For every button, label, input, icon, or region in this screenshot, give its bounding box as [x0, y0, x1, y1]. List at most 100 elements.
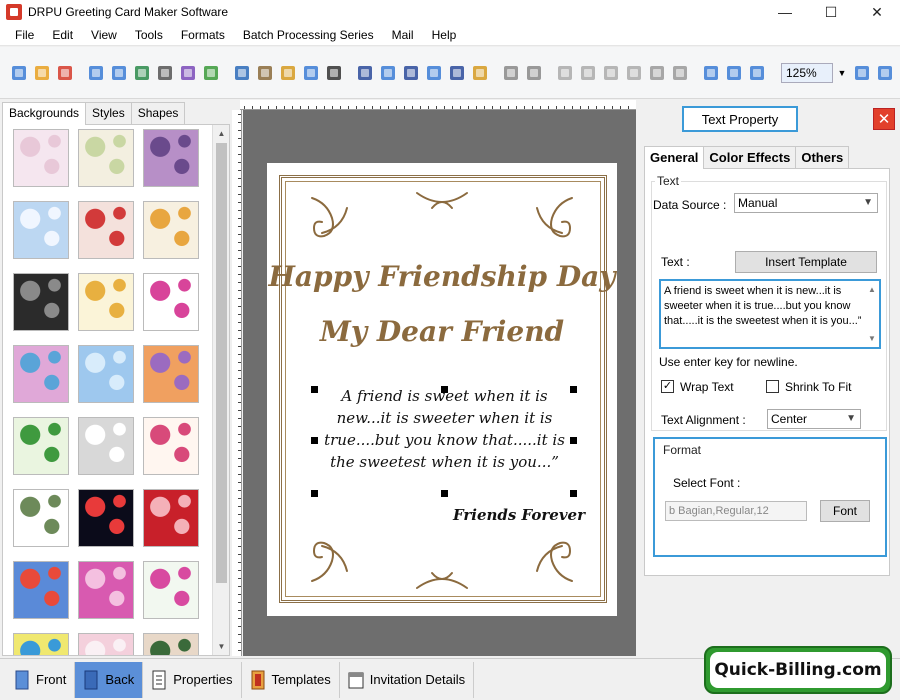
gallery-scrollbar[interactable]: ▲ ▼: [212, 125, 229, 655]
tab-others[interactable]: Others: [795, 146, 850, 168]
scroll-thumb[interactable]: [216, 143, 227, 583]
menu-tools[interactable]: Tools: [126, 24, 172, 46]
new-icon[interactable]: [8, 62, 29, 84]
background-thumbnail[interactable]: [78, 273, 134, 331]
selection-handle[interactable]: [311, 490, 318, 497]
background-thumbnail[interactable]: [13, 201, 69, 259]
actual-size-icon[interactable]: [723, 62, 744, 84]
menu-mail[interactable]: Mail: [383, 24, 423, 46]
background-thumbnail[interactable]: [143, 489, 199, 547]
cut-icon[interactable]: [554, 62, 575, 84]
background-thumbnail[interactable]: [78, 345, 134, 403]
insert-template-button[interactable]: Insert Template: [735, 251, 877, 273]
close-panel-button[interactable]: ✕: [873, 108, 895, 130]
shrink-to-fit-checkbox[interactable]: [766, 380, 779, 393]
front-button[interactable]: Front: [6, 661, 76, 698]
text-scrollbar[interactable]: ▲ ▼: [866, 282, 878, 346]
save-icon[interactable]: [85, 62, 106, 84]
menu-view[interactable]: View: [82, 24, 126, 46]
background-thumbnail[interactable]: [13, 633, 69, 655]
selection-handle[interactable]: [311, 437, 318, 444]
selection-handle[interactable]: [570, 437, 577, 444]
data-source-select[interactable]: Manual ▼: [734, 193, 878, 213]
zoom-level-select[interactable]: 125%: [781, 62, 833, 83]
database-icon[interactable]: [469, 62, 490, 84]
back-button[interactable]: Back: [75, 661, 144, 698]
selection-handle[interactable]: [570, 386, 577, 393]
bring-front-icon[interactable]: [646, 62, 667, 84]
picture-icon[interactable]: [277, 62, 298, 84]
templates-button[interactable]: Templates: [242, 661, 340, 698]
properties-button[interactable]: Properties: [143, 661, 242, 698]
print-preview-icon[interactable]: [177, 62, 198, 84]
text-box-icon[interactable]: [377, 62, 398, 84]
redo-icon[interactable]: [523, 62, 544, 84]
invitation-details-button[interactable]: Invitation Details: [340, 661, 475, 698]
zoom-out-icon[interactable]: [874, 62, 895, 84]
minimize-button[interactable]: —: [762, 0, 808, 24]
card-heading-2[interactable]: My Dear Friend: [267, 315, 617, 348]
background-thumbnail[interactable]: [78, 201, 134, 259]
background-thumbnail[interactable]: [78, 633, 134, 655]
greeting-card[interactable]: Happy Friendship Day My Dear Friend A fr…: [267, 163, 617, 616]
background-thumbnail[interactable]: [13, 345, 69, 403]
send-back-icon[interactable]: [669, 62, 690, 84]
background-thumbnail[interactable]: [78, 129, 134, 187]
tab-shapes[interactable]: Shapes: [130, 102, 186, 124]
background-thumbnail[interactable]: [143, 561, 199, 619]
background-thumbnail[interactable]: [143, 633, 199, 655]
pen-icon[interactable]: [254, 62, 275, 84]
text-icon[interactable]: [354, 62, 375, 84]
background-thumbnail[interactable]: [143, 129, 199, 187]
copy-icon[interactable]: [577, 62, 598, 84]
close-window-button[interactable]: ✕: [854, 0, 900, 24]
menu-edit[interactable]: Edit: [43, 24, 82, 46]
selection-handle[interactable]: [441, 490, 448, 497]
tab-general[interactable]: General: [644, 146, 705, 169]
background-thumbnail[interactable]: [13, 273, 69, 331]
selection-handle[interactable]: [311, 386, 318, 393]
menu-formats[interactable]: Formats: [172, 24, 234, 46]
menu-batch-processing[interactable]: Batch Processing Series: [234, 24, 383, 46]
fit-icon[interactable]: [746, 62, 767, 84]
quick-billing-logo[interactable]: Quick-Billing.com: [704, 646, 892, 694]
wrap-text-checkbox[interactable]: ✓: [661, 380, 674, 393]
tab-backgrounds[interactable]: Backgrounds: [2, 102, 87, 125]
watermark-icon[interactable]: [300, 62, 321, 84]
tab-color-effects[interactable]: Color Effects: [703, 146, 797, 168]
crop-icon[interactable]: [200, 62, 221, 84]
scroll-down-icon[interactable]: ▼: [213, 638, 229, 655]
line-icon[interactable]: [446, 62, 467, 84]
font-field[interactable]: b Bagian,Regular,12: [665, 501, 807, 521]
print-icon[interactable]: [154, 62, 175, 84]
tab-styles[interactable]: Styles: [85, 102, 132, 124]
background-thumbnail[interactable]: [13, 489, 69, 547]
font-button[interactable]: Font: [820, 500, 870, 522]
background-thumbnail[interactable]: [78, 561, 134, 619]
background-thumbnail[interactable]: [143, 201, 199, 259]
delete-icon[interactable]: [623, 62, 644, 84]
email-icon[interactable]: [423, 62, 444, 84]
zoom-in-icon[interactable]: [851, 62, 872, 84]
background-thumbnail[interactable]: [143, 273, 199, 331]
background-thumbnail[interactable]: [143, 417, 199, 475]
scroll-up-icon[interactable]: ▲: [213, 125, 229, 142]
barcode-icon[interactable]: [323, 62, 344, 84]
background-thumbnail[interactable]: [78, 489, 134, 547]
image-icon[interactable]: [231, 62, 252, 84]
card-heading-1[interactable]: Happy Friendship Day: [267, 260, 617, 293]
selection-handle[interactable]: [570, 490, 577, 497]
chevron-down-icon[interactable]: ▼: [835, 63, 849, 83]
menu-file[interactable]: File: [6, 24, 43, 46]
save-as-icon[interactable]: [108, 62, 129, 84]
card-signature[interactable]: Friends Forever: [453, 506, 585, 524]
selection-handle[interactable]: [441, 386, 448, 393]
maximize-button[interactable]: ☐: [808, 0, 854, 24]
export-icon[interactable]: [131, 62, 152, 84]
paste-icon[interactable]: [600, 62, 621, 84]
background-thumbnail[interactable]: [78, 417, 134, 475]
text-input[interactable]: A friend is sweet when it is new...it is…: [659, 279, 881, 349]
background-thumbnail[interactable]: [13, 417, 69, 475]
background-thumbnail[interactable]: [13, 561, 69, 619]
open-icon[interactable]: [31, 62, 52, 84]
